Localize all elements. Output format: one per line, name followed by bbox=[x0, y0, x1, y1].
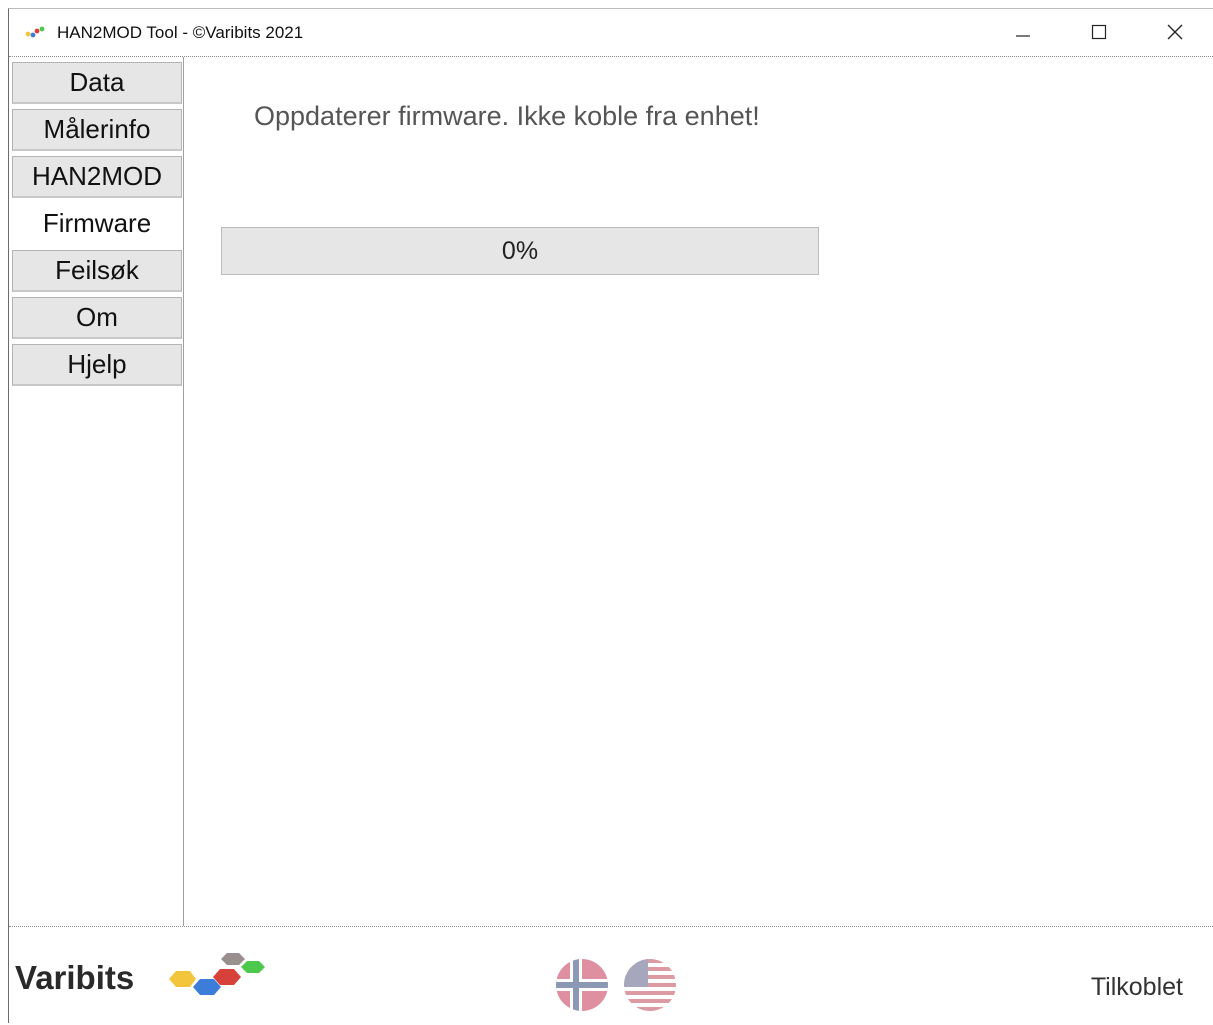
title-bar[interactable]: HAN2MOD Tool - ©Varibits 2021 bbox=[9, 9, 1213, 57]
tab-han2mod[interactable]: HAN2MOD bbox=[12, 156, 182, 198]
tab-malerinfo[interactable]: Målerinfo bbox=[12, 109, 182, 151]
norwegian-flag-icon[interactable] bbox=[556, 959, 608, 1011]
varibits-logo-icon bbox=[169, 953, 265, 995]
tab-om[interactable]: Om bbox=[12, 297, 182, 339]
maximize-icon bbox=[1091, 24, 1107, 40]
tab-hjelp[interactable]: Hjelp bbox=[12, 344, 182, 386]
progress-label: 0% bbox=[501, 236, 539, 265]
app-window: HAN2MOD Tool - ©Varibits 2021 Data Måler… bbox=[8, 8, 1213, 1025]
firmware-panel: Oppdaterer firmware. Ikke koble fra enhe… bbox=[184, 57, 1213, 926]
maximize-button[interactable] bbox=[1061, 9, 1137, 55]
close-button[interactable] bbox=[1137, 9, 1213, 55]
tab-data[interactable]: Data bbox=[12, 62, 182, 104]
tab-feilsok[interactable]: Feilsøk bbox=[12, 250, 182, 292]
minimize-button[interactable] bbox=[985, 9, 1061, 55]
firmware-status-message: Oppdaterer firmware. Ikke koble fra enhe… bbox=[254, 101, 760, 131]
minimize-icon bbox=[1016, 35, 1030, 37]
footer-bar: Varibits Tilkoblet bbox=[9, 926, 1213, 1025]
tab-firmware[interactable]: Firmware bbox=[12, 203, 182, 245]
firmware-progress-bar: 0% bbox=[221, 227, 819, 275]
close-icon bbox=[1167, 24, 1183, 40]
tab-label: Hjelp bbox=[67, 349, 127, 379]
brand-name: Varibits bbox=[15, 959, 135, 996]
tab-label: Feilsøk bbox=[55, 255, 139, 285]
window-title: HAN2MOD Tool - ©Varibits 2021 bbox=[57, 23, 304, 42]
tab-label: Om bbox=[76, 302, 118, 332]
connection-status: Tilkoblet bbox=[1090, 973, 1183, 1001]
tab-label: Målerinfo bbox=[43, 114, 151, 144]
tab-label: HAN2MOD bbox=[31, 161, 162, 191]
sidebar-nav: Data Målerinfo HAN2MOD Firmware Feilsøk … bbox=[9, 57, 184, 926]
us-flag-icon[interactable] bbox=[624, 959, 676, 1011]
tab-label: Firmware bbox=[42, 208, 152, 238]
tab-label: Data bbox=[69, 67, 125, 97]
app-icon bbox=[25, 26, 45, 38]
